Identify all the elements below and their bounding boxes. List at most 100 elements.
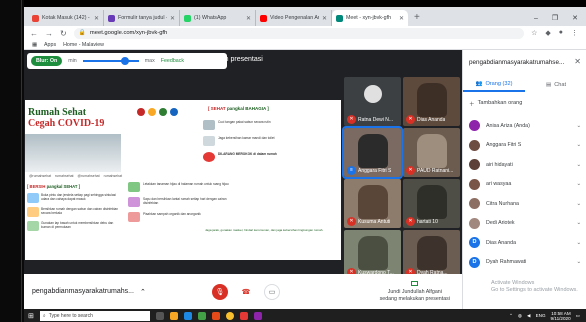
participant-tile[interactable]: ✕ PAUD Ratnani...: [403, 128, 460, 177]
forward-icon[interactable]: →: [45, 29, 53, 38]
browser-tab[interactable]: Kotak Masuk (142) - anise@h ✕: [28, 10, 104, 26]
tab-chat[interactable]: ▤ Chat: [525, 78, 586, 92]
more-icon[interactable]: ⌄: [577, 240, 586, 246]
participant-name: Kusuma Antuti: [358, 219, 391, 225]
blur-extension-bar: Blur: On min max Feedback: [27, 53, 227, 69]
close-icon[interactable]: ✕: [322, 15, 327, 22]
task-view-icon[interactable]: [155, 311, 164, 320]
participant-tile[interactable]: ✕ Dyah Ratna...: [403, 230, 460, 279]
meeting-details[interactable]: pengabdianmasyarakatrumahs... ⌃: [32, 288, 212, 296]
participant-tile[interactable]: ✕ hartati 10: [403, 179, 460, 228]
notification-icon[interactable]: ▭: [576, 313, 580, 319]
taskbar-search[interactable]: ⌕ Type here to search: [39, 310, 150, 321]
participant-name: Anggara Fitri S: [358, 168, 392, 174]
word-icon[interactable]: [183, 311, 192, 320]
slide-middle-column: Letakkan tanaman hijau di halaman rumah …: [128, 182, 238, 227]
avatar: [469, 139, 480, 151]
store-icon[interactable]: [197, 311, 206, 320]
extension-icon[interactable]: ◆: [545, 29, 550, 37]
list-item[interactable]: airi hidayati ⌄: [463, 155, 586, 175]
camera-toggle-button[interactable]: ▭: [264, 283, 280, 300]
chrome-icon[interactable]: [225, 311, 234, 320]
tray-arrow-icon[interactable]: ⌃: [509, 313, 513, 319]
present-screen-icon: [411, 280, 419, 286]
apps-icon[interactable]: ▦: [32, 42, 37, 48]
toolbar-actions: ☆ ◆ ● ⋮: [531, 29, 586, 37]
close-icon[interactable]: ✕: [170, 15, 175, 22]
more-icon[interactable]: ⌄: [577, 220, 586, 226]
list-item[interactable]: D Dias Ananda ⌄: [463, 233, 586, 253]
browser-tab-strip: Kotak Masuk (142) - anise@h ✕ Formulir t…: [24, 7, 586, 26]
more-icon[interactable]: ⌄: [577, 162, 586, 168]
chevron-up-icon[interactable]: ⌃: [140, 288, 146, 296]
slide-title: Rumah Sehat Cegah COVID-19: [28, 107, 104, 129]
list-item[interactable]: ari wasyaa ⌄: [463, 175, 586, 195]
file-explorer-icon[interactable]: [169, 311, 178, 320]
more-icon[interactable]: ⌄: [577, 123, 586, 129]
reload-icon[interactable]: ↻: [60, 29, 67, 38]
network-icon[interactable]: ◍: [518, 313, 522, 319]
list-item[interactable]: Anisa Ariza (Anda) ⌄: [463, 116, 586, 136]
item-text: Pisahkan sampah organik dan anorganik: [143, 212, 201, 216]
watermark-line1: Activate Windows: [491, 280, 535, 286]
more-icon[interactable]: ⌄: [577, 201, 586, 207]
person-name: ari wasyaa: [486, 181, 512, 188]
powerpoint-icon[interactable]: [211, 311, 220, 320]
presenter-sub: sedang melakukan presentasi: [379, 295, 450, 302]
mic-toggle-button[interactable]: 🎙: [212, 283, 228, 300]
close-icon[interactable]: ✕: [94, 15, 99, 22]
maximize-icon[interactable]: ❐: [552, 14, 558, 22]
browser-tab[interactable]: Video Pengenalan Arsitektur Ulr ✕: [256, 10, 332, 26]
browser-tab[interactable]: (1) WhatsApp ✕: [180, 10, 256, 26]
call-control-bar: pengabdianmasyarakatrumahs... ⌃ 🎙 ☎ ▭ Ju…: [24, 274, 462, 309]
address-bar[interactable]: 🔒 meet.google.com/xyn-jbvk-gfh: [73, 27, 525, 39]
list-item[interactable]: Anggara Fitri S ⌄: [463, 136, 586, 156]
meet-icon: [336, 14, 343, 22]
house-image: [25, 134, 121, 172]
blur-toggle-button[interactable]: Blur: On: [31, 56, 63, 66]
star-icon[interactable]: ☆: [531, 29, 537, 37]
participant-tile[interactable]: ✕ Kusuma Antuti: [344, 179, 401, 228]
feedback-link[interactable]: Feedback: [161, 58, 184, 64]
volume-icon[interactable]: ◀: [527, 313, 531, 319]
person-name: Citra Nurhana: [486, 200, 519, 207]
minimize-icon[interactable]: –: [534, 15, 538, 22]
windows-start-icon[interactable]: ⊞: [28, 312, 34, 320]
list-item[interactable]: Citra Nurhana ⌄: [463, 194, 586, 214]
blur-slider[interactable]: [82, 57, 139, 65]
browser-tab[interactable]: Formulir tanya judul - Googl ✕: [104, 10, 180, 26]
list-item[interactable]: Dedi Ariotek ⌄: [463, 214, 586, 234]
browser-tab-active[interactable]: Meet - xyn-jbvk-gfh ✕: [332, 10, 408, 26]
bookmark-home[interactable]: Home - Malaview: [63, 42, 104, 48]
participant-tile[interactable]: ✕ Kuswardono T...: [344, 230, 401, 279]
close-icon[interactable]: ✕: [246, 15, 251, 22]
clock[interactable]: 10:58 AM 9/11/2020: [551, 311, 571, 321]
participant-tile[interactable]: ✕ Ratna Dewi N...: [344, 77, 401, 126]
close-window-icon[interactable]: ✕: [572, 14, 578, 22]
bookmark-apps[interactable]: Apps: [44, 42, 56, 48]
add-people-button[interactable]: ＋ Tambahkan orang: [469, 100, 522, 108]
participant-tile[interactable]: ✕ Dias Ananda: [403, 77, 460, 126]
more-icon[interactable]: ⌄: [577, 181, 586, 187]
panel-tabs: 👥 Orang (32) ▤ Chat: [463, 78, 586, 92]
participant-tile[interactable]: ≡ Anggara Fitri S: [342, 126, 403, 179]
list-item[interactable]: D Dyah Rahmawati ⌄: [463, 253, 586, 273]
close-icon[interactable]: ✕: [399, 15, 404, 22]
back-icon[interactable]: ←: [30, 29, 38, 38]
app-icon[interactable]: [253, 311, 262, 320]
presentation-status[interactable]: Jundi Jundullah Alfgani sedang melakukan…: [379, 280, 450, 303]
new-tab-button[interactable]: +: [408, 10, 426, 26]
close-icon[interactable]: ✕: [574, 57, 581, 66]
slider-knob[interactable]: [120, 57, 129, 65]
tab-people[interactable]: 👥 Orang (32): [463, 78, 525, 92]
item-text: Gunakan lap basah untuk membersihkan deb…: [41, 221, 114, 229]
more-icon[interactable]: ⌄: [577, 142, 586, 148]
window-controls: – ❐ ✕: [534, 10, 586, 26]
language-indicator[interactable]: ENG: [536, 313, 546, 318]
more-icon[interactable]: ⌄: [577, 259, 586, 265]
slide-bottom-note: Jaga jarak, gunakan masker, hindari keru…: [205, 228, 324, 232]
menu-icon[interactable]: ⋮: [571, 29, 578, 37]
app-icon[interactable]: [239, 311, 248, 320]
leave-call-button[interactable]: ☎: [238, 283, 254, 300]
profile-icon[interactable]: ●: [559, 29, 563, 37]
